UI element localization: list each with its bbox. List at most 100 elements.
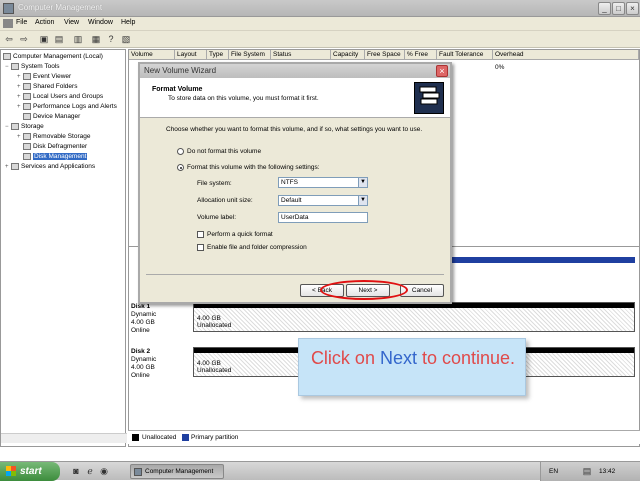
column-header-percent-free[interactable]: % Free — [405, 50, 437, 60]
legend-bar: Unallocated Primary partition — [128, 430, 640, 444]
overhead-value: 0% — [495, 64, 505, 71]
column-header-file-system[interactable]: File System — [229, 50, 271, 60]
tree-item-shared-folders[interactable]: + Shared Folders — [17, 83, 77, 90]
minimize-button[interactable]: _ — [598, 2, 611, 15]
tree-item-event-viewer[interactable]: + Event Viewer — [17, 73, 71, 80]
column-header-volume[interactable]: Volume — [129, 50, 175, 60]
browser-icon[interactable]: ℯ — [84, 465, 96, 477]
column-header-fault-tolerance[interactable]: Fault Tolerance — [437, 50, 493, 60]
column-header-free-space[interactable]: Free Space — [365, 50, 405, 60]
tree-item-services-applications[interactable]: + Services and Applications — [5, 163, 95, 170]
legend-unallocated: Unallocated — [142, 434, 177, 441]
forward-arrow-icon[interactable]: ⇨ — [18, 33, 30, 45]
disk1-size: 4.00 GB — [131, 319, 155, 326]
toolbar: ⇦ ⇨ ▣ ▤ ▥ ▦ ? ▧ — [0, 31, 640, 48]
wizard-disk-icon — [414, 82, 444, 114]
properties-icon[interactable]: ▥ — [72, 33, 84, 45]
menu-view[interactable]: View — [64, 19, 79, 26]
storage-icon — [11, 123, 19, 130]
language-indicator[interactable]: EN — [549, 468, 558, 475]
maximize-button[interactable]: □ — [612, 2, 625, 15]
disk1-type: Dynamic — [131, 311, 157, 318]
help-icon[interactable]: ? — [105, 33, 117, 45]
device-manager-icon — [23, 113, 31, 120]
compression-checkbox[interactable] — [197, 244, 204, 251]
tree-item-disk-defragmenter[interactable]: Disk Defragmenter — [17, 143, 87, 150]
next-button-highlight — [320, 280, 408, 300]
column-header-type[interactable]: Type — [207, 50, 229, 60]
label-do-not-format[interactable]: Do not format this volume — [187, 148, 261, 155]
chevron-down-icon[interactable]: ▼ — [358, 196, 367, 205]
disk1-info[interactable]: Disk 1 Dynamic 4.00 GB Online — [131, 303, 191, 335]
export-icon[interactable]: ▦ — [90, 33, 102, 45]
tools-icon — [11, 63, 19, 70]
radio-format-volume[interactable] — [177, 164, 184, 171]
computer-management-icon — [3, 3, 14, 14]
disk2-info[interactable]: Disk 2 Dynamic 4.00 GB Online — [131, 348, 191, 380]
column-header-capacity[interactable]: Capacity — [331, 50, 365, 60]
menu-window[interactable]: Window — [88, 19, 113, 26]
menu-help[interactable]: Help — [121, 19, 135, 26]
disk1-name: Disk 1 — [131, 303, 151, 310]
callout-keyword: Next — [379, 348, 417, 368]
quick-format-label[interactable]: Perform a quick format — [207, 231, 273, 238]
close-button[interactable]: × — [626, 2, 639, 15]
allocation-unit-select[interactable]: Default ▼ — [278, 195, 368, 206]
callout-message: Click on Next to continue. — [310, 348, 516, 368]
tree-item-device-manager[interactable]: Device Manager — [17, 113, 80, 120]
format-question: Choose whether you want to format this v… — [166, 126, 423, 133]
dialog-separator — [146, 274, 444, 275]
dialog-title: New Volume Wizard — [144, 66, 217, 75]
window-title: Computer Management — [18, 3, 103, 12]
tree-item-removable-storage[interactable]: + Removable Storage — [17, 133, 90, 140]
disk2-type: Dynamic — [131, 356, 157, 363]
radio-do-not-format[interactable] — [177, 148, 184, 155]
dialog-subheading: To store data on this volume, you must f… — [168, 95, 319, 102]
disk1-unallocated-partition[interactable]: 4.00 GB Unallocated — [193, 302, 635, 332]
column-header-layout[interactable]: Layout — [175, 50, 207, 60]
up-folder-icon[interactable]: ▣ — [38, 33, 50, 45]
menu-action[interactable]: Action — [35, 19, 54, 26]
column-header-overhead[interactable]: Overhead — [493, 50, 639, 60]
taskbar-task-computer-management[interactable]: Computer Management — [130, 464, 224, 479]
legend-primary-partition: Primary partition — [191, 434, 239, 441]
performance-icon — [23, 103, 31, 110]
back-arrow-icon[interactable]: ⇦ — [3, 33, 15, 45]
taskbar: start ◙ ℯ ◉ Computer Management EN ▤ 13:… — [0, 461, 640, 481]
disk1-status: Online — [131, 327, 150, 334]
menu-file[interactable]: File — [16, 19, 27, 26]
tree-item-storage[interactable]: − Storage — [5, 123, 44, 130]
tree-horizontal-scrollbar[interactable] — [1, 433, 127, 443]
tree-item-computer-management[interactable]: Computer Management (Local) — [3, 53, 103, 60]
tree-item-system-tools[interactable]: − System Tools — [5, 63, 60, 70]
show-desktop-icon[interactable]: ◙ — [70, 465, 82, 477]
media-icon[interactable]: ◉ — [98, 465, 110, 477]
tree-item-performance-logs[interactable]: + Performance Logs and Alerts — [17, 103, 117, 110]
disk2-name: Disk 2 — [131, 348, 151, 355]
volume-label-input[interactable]: UserData — [278, 212, 368, 223]
removable-storage-icon — [23, 133, 31, 140]
tree-item-local-users[interactable]: + Local Users and Groups — [17, 93, 103, 100]
file-system-select[interactable]: NTFS ▼ — [278, 177, 368, 188]
app-menu-icon[interactable] — [3, 19, 13, 28]
tree-item-disk-management[interactable]: Disk Management — [17, 153, 88, 161]
start-button[interactable]: start — [0, 462, 60, 481]
dialog-title-bar: New Volume Wizard × — [140, 64, 450, 78]
services-icon — [11, 163, 19, 170]
dialog-heading: Format Volume — [152, 86, 203, 93]
chevron-down-icon[interactable]: ▼ — [358, 178, 367, 187]
network-icon[interactable]: ▤ — [581, 465, 593, 477]
dialog-close-button[interactable]: × — [436, 65, 448, 77]
unallocated-swatch — [132, 434, 139, 441]
event-viewer-icon — [23, 73, 31, 80]
quick-format-checkbox[interactable] — [197, 231, 204, 238]
show-tree-icon[interactable]: ▤ — [53, 33, 65, 45]
label-format-volume[interactable]: Format this volume with the following se… — [187, 164, 320, 171]
system-tray: EN ▤ 13:42 — [540, 462, 640, 481]
instruction-callout: Click on Next to continue. — [298, 338, 526, 396]
clock: 13:42 — [599, 468, 616, 475]
column-header-status[interactable]: Status — [271, 50, 331, 60]
compression-label[interactable]: Enable file and folder compression — [207, 244, 307, 251]
refresh-icon[interactable]: ▧ — [120, 33, 132, 45]
disk2-size: 4.00 GB — [131, 364, 155, 371]
